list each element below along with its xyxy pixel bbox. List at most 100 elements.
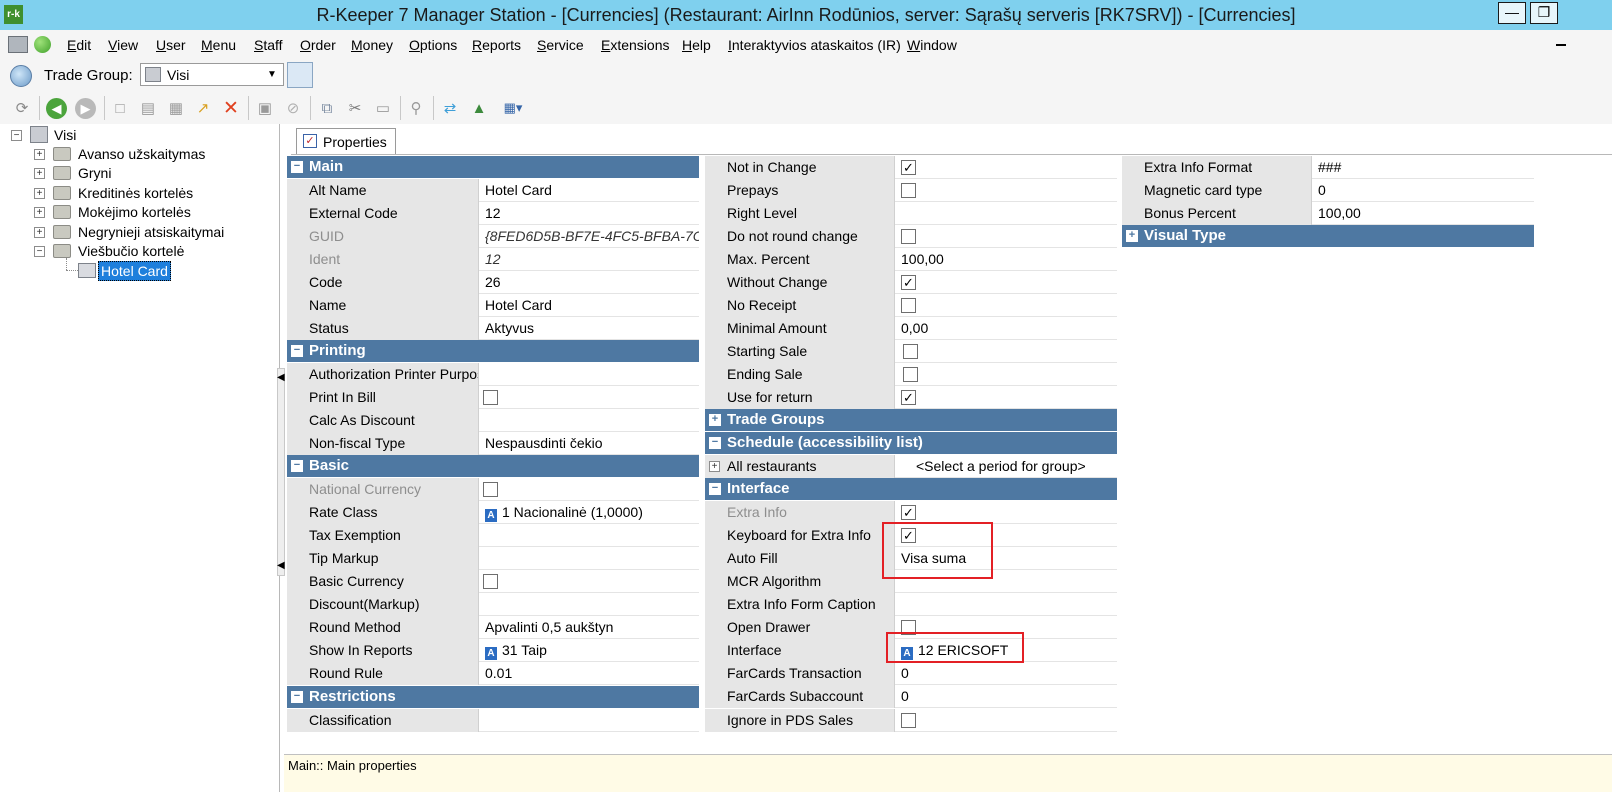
prop-row[interactable]: Do not round change bbox=[705, 225, 1117, 248]
prop-value[interactable]: 0,00 bbox=[895, 317, 1117, 340]
print-in-bill-checkbox[interactable] bbox=[483, 390, 498, 405]
without-change-checkbox[interactable]: ✓ bbox=[901, 275, 916, 290]
prop-row[interactable]: No Receipt bbox=[705, 294, 1117, 317]
menu-window[interactable]: Window bbox=[907, 30, 957, 60]
new-item-icon[interactable]: ▤ bbox=[138, 98, 158, 118]
prop-row[interactable]: Status Aktyvus bbox=[287, 317, 699, 340]
prepays-checkbox[interactable] bbox=[901, 183, 916, 198]
collapse-left-icon[interactable]: ◀ bbox=[277, 372, 285, 383]
collapse-icon[interactable]: − bbox=[709, 483, 721, 495]
prop-value[interactable] bbox=[479, 409, 699, 432]
expand-icon[interactable]: + bbox=[34, 188, 45, 199]
expand-icon[interactable]: + bbox=[34, 227, 45, 238]
mdi-minimize-icon[interactable] bbox=[1556, 44, 1566, 46]
prop-row[interactable]: Extra Info ✓ bbox=[705, 501, 1117, 524]
tree-item[interactable]: Viešbučio kortelė bbox=[78, 241, 184, 261]
prop-value[interactable]: 100,00 bbox=[1312, 202, 1534, 225]
find-icon[interactable]: ⚲ bbox=[406, 98, 426, 118]
properties-icon[interactable]: ▦ bbox=[166, 98, 186, 118]
prop-value[interactable] bbox=[479, 524, 699, 547]
prop-row[interactable]: Right Level bbox=[705, 202, 1117, 225]
prop-row[interactable]: National Currency bbox=[287, 478, 699, 501]
tree-item[interactable]: Kreditinės kortelės bbox=[78, 183, 193, 203]
prop-value[interactable]: Aktyvus bbox=[479, 317, 699, 340]
back-icon[interactable]: ◀ bbox=[46, 98, 67, 119]
section-basic[interactable]: − Basic bbox=[287, 455, 699, 477]
prop-value[interactable] bbox=[479, 547, 699, 570]
section-printing[interactable]: − Printing bbox=[287, 340, 699, 362]
copy-icon[interactable]: ⧉ bbox=[317, 98, 337, 118]
expand-icon[interactable]: + bbox=[1126, 230, 1138, 242]
prop-row[interactable]: Bonus Percent 100,00 bbox=[1122, 202, 1534, 225]
menu-menu[interactable]: Menu bbox=[201, 30, 236, 60]
menu-options[interactable]: Options bbox=[409, 30, 457, 60]
tree-item[interactable]: Avanso užskaitymas bbox=[78, 144, 205, 164]
prop-value[interactable]: 12 bbox=[479, 202, 699, 225]
section-restrictions[interactable]: − Restrictions bbox=[287, 686, 699, 708]
menu-user[interactable]: User bbox=[156, 30, 186, 60]
chevron-down-icon[interactable]: ▼ bbox=[267, 65, 277, 85]
menu-interactive-reports[interactable]: Interaktyvios ataskaitos (IR) bbox=[728, 30, 901, 60]
cut-icon[interactable]: ✂ bbox=[345, 98, 365, 118]
prop-value[interactable] bbox=[479, 593, 699, 616]
section-visual-type[interactable]: + Visual Type bbox=[1122, 225, 1534, 247]
no-receipt-checkbox[interactable] bbox=[901, 298, 916, 313]
prop-row[interactable]: Calc As Discount bbox=[287, 409, 699, 432]
prop-row[interactable]: Basic Currency bbox=[287, 570, 699, 593]
prop-row[interactable]: Code 26 bbox=[287, 271, 699, 294]
prop-row[interactable]: Use for return ✓ bbox=[705, 386, 1117, 409]
starting-sale-checkbox[interactable] bbox=[903, 344, 918, 359]
prop-row[interactable]: Rate Class A 1 Nacionalinė (1,0000) bbox=[287, 501, 699, 524]
prop-row[interactable]: GUID {8FED6D5B-BF7E-4FC5-BFBA-7C7C bbox=[287, 225, 699, 248]
menu-help[interactable]: Help bbox=[682, 30, 711, 60]
cancel-icon[interactable]: ⊘ bbox=[283, 98, 303, 118]
prop-row[interactable]: Name Hotel Card bbox=[287, 294, 699, 317]
basic-currency-checkbox[interactable] bbox=[483, 574, 498, 589]
menu-view[interactable]: View bbox=[108, 30, 138, 60]
filter-settings-button[interactable] bbox=[287, 62, 313, 88]
prop-row[interactable]: Print In Bill bbox=[287, 386, 699, 409]
expand-icon[interactable]: + bbox=[34, 168, 45, 179]
prop-value[interactable]: Hotel Card bbox=[479, 294, 699, 317]
not-in-change-checkbox[interactable]: ✓ bbox=[901, 160, 916, 175]
prop-value[interactable]: Apvalinti 0,5 aukštyn bbox=[479, 616, 699, 639]
refresh-icon[interactable]: ⟳ bbox=[12, 98, 32, 118]
prop-row[interactable]: Authorization Printer Purpose bbox=[287, 363, 699, 386]
menu-reports[interactable]: Reports bbox=[472, 30, 521, 60]
collapse-icon[interactable]: − bbox=[709, 437, 721, 449]
expand-icon[interactable]: + bbox=[34, 207, 45, 218]
collapse-icon[interactable]: − bbox=[291, 345, 303, 357]
prop-row[interactable]: Starting Sale bbox=[705, 340, 1117, 363]
prop-value[interactable]: 0 bbox=[1312, 179, 1534, 202]
expand-icon[interactable]: + bbox=[709, 414, 721, 426]
use-for-return-checkbox[interactable]: ✓ bbox=[901, 390, 916, 405]
forward-icon[interactable]: ▶ bbox=[75, 98, 96, 119]
delete-icon[interactable]: ✕ bbox=[221, 98, 241, 119]
prop-value[interactable]: 26 bbox=[479, 271, 699, 294]
prop-row[interactable]: FarCards Subaccount 0 bbox=[705, 685, 1117, 708]
minimize-button[interactable]: — bbox=[1498, 2, 1526, 24]
prop-row[interactable]: Ignore in PDS Sales bbox=[705, 709, 1117, 732]
tree-item[interactable]: Gryni bbox=[78, 163, 111, 183]
section-interface[interactable]: − Interface bbox=[705, 478, 1117, 500]
app-menu-icon[interactable] bbox=[8, 36, 28, 53]
grid-view-icon[interactable]: ▦▾ bbox=[499, 98, 527, 118]
prop-row[interactable]: Prepays bbox=[705, 179, 1117, 202]
section-main[interactable]: − Main bbox=[287, 156, 699, 178]
prop-row[interactable]: Non-fiscal Type Nespausdinti čekio bbox=[287, 432, 699, 455]
prop-row[interactable]: Magnetic card type 0 bbox=[1122, 179, 1534, 202]
prop-value[interactable]: 0 bbox=[895, 685, 1117, 708]
prop-row[interactable]: Ending Sale bbox=[705, 363, 1117, 386]
expand-icon[interactable]: + bbox=[709, 461, 720, 472]
ignore-in-pds-sales-checkbox[interactable] bbox=[901, 713, 916, 728]
new-folder-icon[interactable]: □ bbox=[110, 98, 130, 118]
prop-value[interactable] bbox=[895, 202, 1117, 225]
collapse-icon[interactable]: − bbox=[11, 130, 22, 141]
prop-row[interactable]: Not in Change ✓ bbox=[705, 156, 1117, 179]
prop-row[interactable]: External Code 12 bbox=[287, 202, 699, 225]
menu-money[interactable]: Money bbox=[351, 30, 393, 60]
collapse-left-icon[interactable]: ◀ bbox=[277, 560, 285, 571]
prop-value[interactable]: <Select a period for group> bbox=[910, 455, 1117, 478]
save-icon[interactable]: ▣ bbox=[255, 98, 275, 118]
menu-extensions[interactable]: Extensions bbox=[601, 30, 670, 60]
